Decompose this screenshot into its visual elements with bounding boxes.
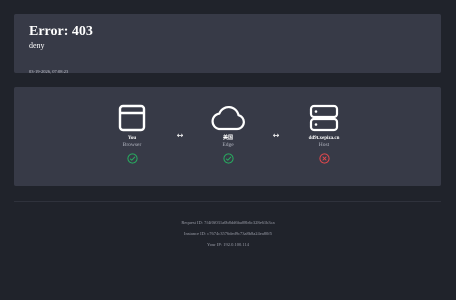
error-subtitle: deny: [29, 41, 45, 50]
request-info-footer: Request ID: 7f4f0f031a0b8dd6ba08b6c328e6…: [0, 217, 456, 250]
node-name: 美国: [222, 136, 233, 141]
request-id: Request ID: 7f4f0f031a0b8dd6ba08b6c328e6…: [181, 220, 275, 225]
node-browser: You Browser: [92, 104, 172, 164]
error-header-panel: Error: 403 deny 03-19-2026, 07:08:23: [14, 14, 441, 74]
divider: [14, 201, 441, 202]
node-role: Host: [318, 142, 330, 148]
node-role: Browser: [122, 142, 142, 148]
error-page: Error: 403 deny 03-19-2026, 07:08:23 You…: [0, 0, 456, 300]
client-ip: Your IP: 192.0.100.114: [206, 242, 249, 247]
browser-window-icon: [118, 104, 146, 132]
error-title: Error: 403: [29, 24, 93, 39]
cloud-icon: [211, 106, 245, 131]
node-role: Edge: [222, 142, 234, 148]
error-timestamp: 03-19-2026, 07:08:23: [29, 69, 69, 74]
node-name: dd9t.xepiza.cn: [308, 136, 340, 141]
instance-id: Instance ID: c7674c3576ded9c73a8b8a24ea8…: [184, 231, 272, 236]
node-edge: 美国 Edge: [188, 104, 268, 164]
server-icon: [309, 104, 339, 132]
node-name: You: [127, 136, 137, 141]
connection-status-panel: You Browser ↔ 美国 Edge ↔ dd9t.xepiza.cn H…: [14, 87, 441, 186]
connector-arrow: ↔: [272, 131, 280, 140]
node-host: dd9t.xepiza.cn Host: [284, 104, 364, 164]
connector-arrow: ↔: [176, 131, 184, 140]
check-circle-icon: [222, 153, 234, 164]
x-circle-icon: [318, 153, 330, 164]
check-circle-icon: [126, 153, 138, 164]
